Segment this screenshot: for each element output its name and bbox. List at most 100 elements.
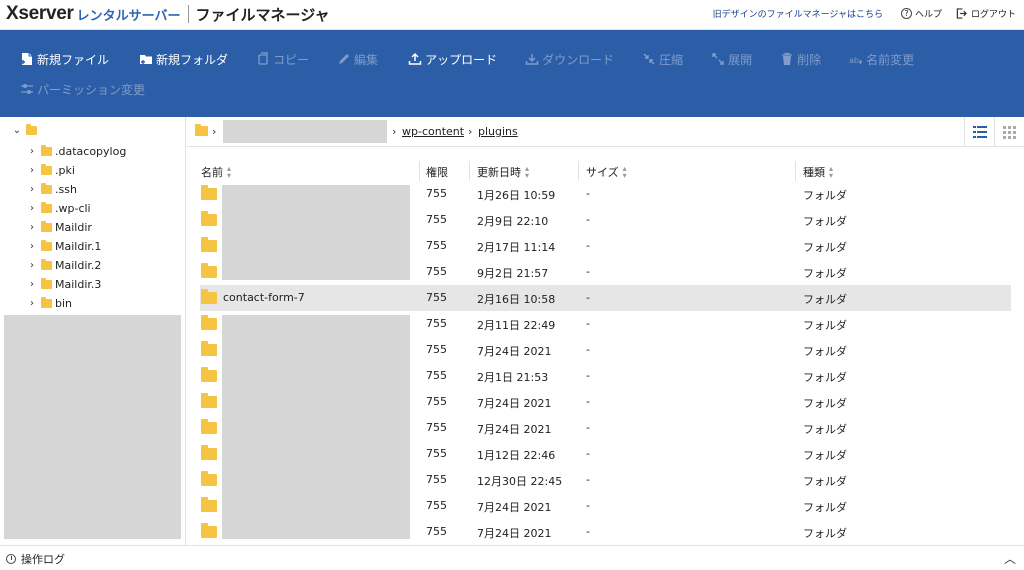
chevron-right-icon[interactable]: ›	[27, 241, 37, 252]
column-divider	[795, 161, 796, 181]
breadcrumb-item[interactable]: wp-content	[402, 125, 464, 138]
new-file-button[interactable]: 新規ファイル	[20, 50, 109, 68]
chevron-up-icon[interactable]: ︿	[1004, 550, 1016, 567]
row-size: -	[586, 369, 590, 382]
column-type[interactable]: 種類 ▴ ▾	[803, 164, 833, 180]
tree-item-label: .datacopylog	[55, 144, 127, 158]
folder-icon	[41, 277, 52, 289]
folder-icon	[41, 239, 52, 251]
grid-view-icon	[1003, 125, 1016, 139]
operation-log-bar[interactable]: 操作ログ ︿	[0, 545, 1024, 570]
tree-item[interactable]: › .datacopylog	[27, 143, 126, 159]
folder-icon	[41, 163, 52, 175]
row-size: -	[586, 395, 590, 408]
delete-button[interactable]: 削除	[780, 50, 821, 68]
logo: Xserver レンタルサーバー ファイルマネージャ	[6, 3, 329, 25]
row-perm: 755	[426, 187, 447, 200]
row-name: contact-form-7	[223, 291, 305, 304]
tree-item[interactable]: › Maildir.1	[27, 238, 101, 254]
tree-item[interactable]: › Maildir.2	[27, 257, 101, 273]
tree-item-label: Maildir.3	[55, 277, 102, 291]
tree-item-label: .wp-cli	[55, 201, 91, 215]
row-type: フォルダ	[803, 267, 847, 280]
chevron-right-icon[interactable]: ›	[27, 279, 37, 290]
compress-label: 圧縮	[659, 52, 684, 67]
extract-button[interactable]: 展開	[711, 50, 752, 68]
chevron-right-icon[interactable]: ›	[27, 184, 37, 195]
expand-icon	[711, 52, 725, 66]
row-perm: 755	[426, 525, 447, 538]
column-perm[interactable]: 権限	[426, 164, 448, 180]
logout-icon	[956, 8, 967, 19]
delete-label: 削除	[797, 52, 822, 67]
tree-item[interactable]: › .wp-cli	[27, 200, 91, 216]
extract-label: 展開	[728, 52, 753, 67]
file-list-panel: › › wp-content › plugins 名前 ▴ ▾ 権限 更新日時 …	[187, 117, 1024, 545]
tree-item[interactable]: › Maildir	[27, 219, 92, 235]
table-row-selected[interactable]: contact-form-7 755 2月16日 10:58 - フォルダ	[200, 285, 1011, 311]
column-name[interactable]: 名前 ▴ ▾	[201, 164, 231, 180]
row-perm: 755	[426, 239, 447, 252]
redacted-block	[222, 185, 410, 280]
tree-item-label: Maildir.1	[55, 239, 102, 253]
permission-button[interactable]: パーミッション変更	[20, 80, 145, 98]
row-size: -	[586, 421, 590, 434]
list-view-button[interactable]	[964, 117, 994, 147]
row-type: フォルダ	[803, 241, 847, 254]
logout-link[interactable]: ログアウト	[956, 7, 1016, 20]
rename-button[interactable]: ab 名前変更	[849, 50, 914, 68]
tree-item[interactable]: › bin	[27, 295, 72, 311]
folder-icon	[41, 201, 52, 213]
grid-view-button[interactable]	[994, 117, 1024, 147]
chevron-right-icon[interactable]: ›	[27, 165, 37, 176]
chevron-right-icon[interactable]: ›	[27, 203, 37, 214]
row-mtime: 12月30日 22:45	[477, 475, 563, 488]
row-perm: 755	[426, 447, 447, 460]
folder-icon	[201, 445, 217, 460]
chevron-right-icon[interactable]: ›	[27, 146, 37, 157]
tree-item[interactable]: › .ssh	[27, 181, 77, 197]
column-size[interactable]: サイズ ▴ ▾	[586, 164, 627, 180]
row-perm: 755	[426, 265, 447, 278]
row-type: フォルダ	[803, 215, 847, 228]
tree-item[interactable]: › Maildir.3	[27, 276, 101, 292]
folder-icon	[201, 393, 217, 408]
folder-icon[interactable]	[195, 124, 208, 136]
row-size: -	[586, 525, 590, 538]
folder-icon	[201, 523, 217, 538]
chevron-down-icon[interactable]: ⌄	[12, 125, 22, 136]
upload-button[interactable]: アップロード	[408, 50, 497, 68]
folder-icon	[201, 341, 217, 356]
new-folder-button[interactable]: 新規フォルダ	[139, 50, 228, 68]
redacted-block	[4, 315, 181, 539]
old-design-link[interactable]: 旧デザインのファイルマネージャはこちら	[713, 7, 883, 20]
compress-button[interactable]: 圧縮	[642, 50, 683, 68]
folder-icon	[41, 220, 52, 232]
chevron-right-icon[interactable]: ›	[27, 260, 37, 271]
row-type: フォルダ	[803, 475, 847, 488]
edit-button[interactable]: 編集	[337, 50, 378, 68]
row-perm: 755	[426, 291, 447, 304]
column-mtime[interactable]: 更新日時 ▴ ▾	[477, 164, 529, 180]
logo-main: Xserver	[6, 3, 74, 24]
table-header: 名前 ▴ ▾ 権限 更新日時 ▴ ▾ サイズ ▴ ▾ 種類 ▴ ▾	[187, 161, 1024, 181]
help-link[interactable]: ? ヘルプ	[900, 7, 942, 20]
breadcrumb-item[interactable]: plugins	[478, 125, 518, 138]
folder-icon	[201, 211, 217, 226]
row-type: フォルダ	[803, 423, 847, 436]
copy-button[interactable]: コピー	[256, 50, 309, 68]
row-perm: 755	[426, 499, 447, 512]
chevron-right-icon[interactable]: ›	[27, 298, 37, 309]
compress-icon	[642, 52, 656, 66]
chevron-right-icon: ›	[212, 125, 217, 138]
download-button[interactable]: ダウンロード	[525, 50, 614, 68]
tree-root[interactable]: ⌄	[12, 124, 40, 136]
column-mtime-label: 更新日時	[477, 166, 521, 179]
folder-tree: ⌄ › .datacopylog › .pki › .ssh › .wp-cli…	[0, 117, 186, 545]
row-size: -	[586, 499, 590, 512]
chevron-right-icon[interactable]: ›	[27, 222, 37, 233]
row-size: -	[586, 265, 590, 278]
row-size: -	[586, 343, 590, 356]
tree-item[interactable]: › .pki	[27, 162, 75, 178]
logo-sub: レンタルサーバー	[76, 8, 181, 24]
